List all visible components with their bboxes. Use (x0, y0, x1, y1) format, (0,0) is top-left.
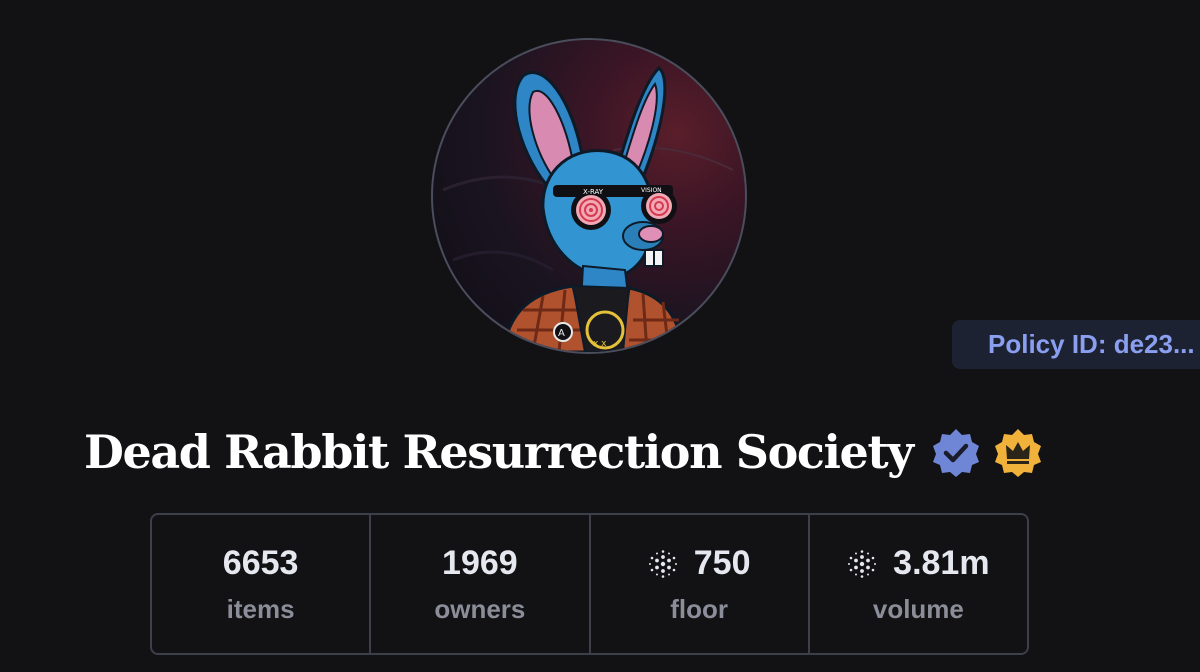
stat-label: owners (434, 593, 526, 624)
stat-value: 1969 (442, 544, 518, 582)
stat-label: floor (670, 593, 728, 624)
cardano-ada-icon (648, 549, 677, 578)
collection-title-row: Dead Rabbit Resurrection Society (84, 420, 1043, 484)
lens-text-right: VISION (641, 187, 662, 194)
cardano-ada-icon (848, 549, 877, 578)
lens-text-left: X-RAY (583, 188, 604, 196)
collection-avatar: X-RAY VISION x x A (431, 38, 747, 354)
policy-id-chip[interactable]: Policy ID: de23... (952, 320, 1200, 369)
rabbit-avatar-image: X-RAY VISION x x A (442, 65, 734, 352)
stat-floor: 750 floor (591, 515, 810, 653)
crown-badge-icon (993, 427, 1043, 477)
verified-badge-icon (931, 427, 981, 477)
stat-volume: 3.81m volume (810, 515, 1027, 653)
stat-owners: 1969 owners (371, 515, 591, 653)
collection-stats: 6653 items 1969 owners 750 floor 3.81m v… (150, 513, 1029, 655)
stat-value: 3.81m (893, 544, 990, 582)
stat-items: 6653 items (152, 515, 372, 653)
policy-id-text: Policy ID: de23... (988, 329, 1195, 359)
stat-label: items (226, 593, 295, 624)
stat-label: volume (872, 593, 964, 624)
svg-text:x x: x x (593, 339, 607, 349)
collection-title: Dead Rabbit Resurrection Society (84, 425, 914, 479)
stat-value: 750 (693, 544, 751, 582)
stat-value: 6653 (222, 544, 299, 582)
svg-text:A: A (558, 328, 565, 339)
